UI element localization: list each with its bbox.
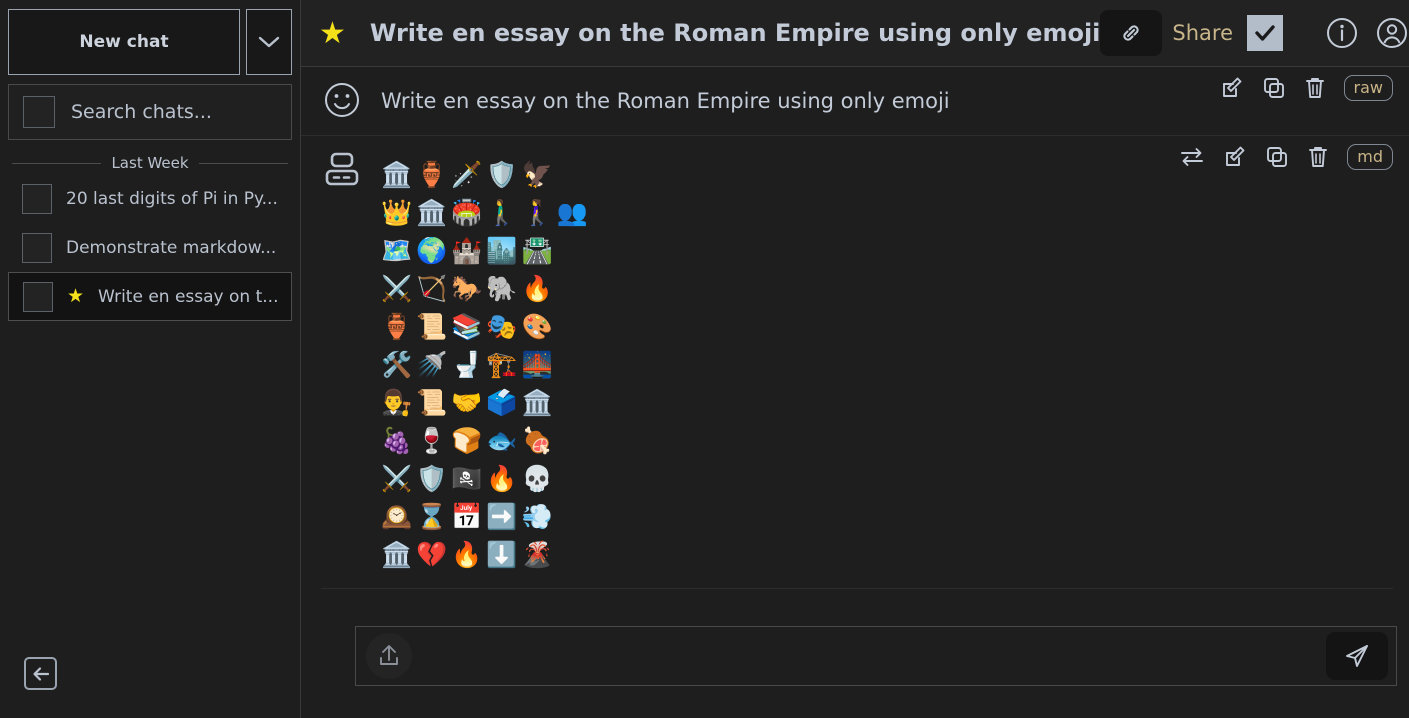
- section-header-last-week: Last Week: [12, 154, 289, 172]
- new-chat-button[interactable]: New chat: [8, 9, 240, 75]
- account-button[interactable]: [1375, 16, 1409, 50]
- emoji-line: 👑🏛️🏟️🚶‍♂️🚶‍♀️👥: [381, 198, 592, 227]
- divider-right: [198, 162, 289, 164]
- composer-area: [301, 606, 1409, 718]
- new-chat-row: New chat: [0, 0, 300, 75]
- copy-message-button[interactable]: [1265, 145, 1289, 169]
- emoji-line: 🛠️🚿🚽🏗️🌉: [381, 350, 557, 379]
- smiley-face-icon: [325, 83, 359, 117]
- chat-list-item[interactable]: ★ Write en essay on t...: [8, 272, 292, 321]
- delete-message-button[interactable]: [1307, 145, 1329, 169]
- copy-message-button[interactable]: [1262, 76, 1286, 100]
- message-list: raw Write en essay on the Roman Empire u…: [301, 67, 1409, 606]
- chat-item-label: Write en essay on t...: [98, 286, 277, 307]
- emoji-line: 🍇🍷🍞🐟🍖: [381, 426, 557, 455]
- upload-icon: [380, 645, 398, 665]
- emoji-line: 🏺📜📚🎭🎨: [381, 312, 557, 341]
- emoji-line: 🏛️💔🔥⬇️🌋: [381, 540, 557, 569]
- emoji-line: 👨‍⚖️📜🤝🗳️🏛️: [381, 388, 557, 417]
- delete-message-button[interactable]: [1304, 76, 1326, 100]
- chat-item-checkbox[interactable]: [22, 183, 52, 214]
- chat-list: 20 last digits of Pi in Py... Demonstrate…: [0, 174, 300, 321]
- sidebar: New chat Search chats... Last Week 20 la…: [0, 0, 301, 718]
- info-circle-icon: [1327, 18, 1358, 48]
- chat-list-item[interactable]: 20 last digits of Pi in Py...: [8, 174, 292, 223]
- assistant-message-actions: md: [1179, 144, 1394, 170]
- new-chat-dropdown-button[interactable]: [246, 9, 292, 75]
- emoji-line: ⚔️🛡️🏴‍☠️🔥💀: [381, 464, 557, 493]
- check-icon: [1255, 25, 1275, 41]
- emoji-line: 🏛️🏺🗡️🛡️🦅: [381, 160, 557, 189]
- info-button[interactable]: [1325, 16, 1359, 50]
- edit-icon: [1222, 77, 1241, 97]
- divider-left: [12, 162, 102, 164]
- message-input[interactable]: [412, 645, 1327, 667]
- emoji-line: ⚔️🏹🐎🐘🔥: [381, 274, 557, 303]
- assistant-avatar: [321, 146, 365, 194]
- message-separator: [321, 588, 1394, 589]
- user-message: raw Write en essay on the Roman Empire u…: [301, 67, 1409, 135]
- assistant-message: md 🏛️🏺🗡️🛡️🦅 👑🏛️🏟️🚶‍♂️🚶‍♀️👥 🗺️🌍🏰🏙️🛣️ ⚔️🏹🐎🐘🔥 🏺…: [301, 135, 1409, 599]
- link-icon: [1123, 25, 1140, 41]
- search-chats-field[interactable]: Search chats...: [8, 84, 292, 140]
- composer: [355, 626, 1398, 686]
- edit-message-button[interactable]: [1223, 145, 1247, 169]
- edit-message-button[interactable]: [1220, 76, 1244, 100]
- assistant-message-body: 🏛️🏺🗡️🛡️🦅 👑🏛️🏟️🚶‍♂️🚶‍♀️👥 🗺️🌍🏰🏙️🛣️ ⚔️🏹🐎🐘🔥 🏺📜📚🎭…: [321, 146, 1393, 574]
- chat-list-item[interactable]: Demonstrate markdow...: [8, 223, 292, 272]
- new-chat-label: New chat: [79, 32, 169, 52]
- search-icon: [23, 96, 55, 128]
- favorite-star-icon[interactable]: ★: [319, 16, 346, 51]
- arrow-left-icon: [32, 666, 49, 681]
- emoji-line: 🗺️🌍🏰🏙️🛣️: [381, 236, 557, 265]
- computer-icon: [325, 152, 359, 186]
- md-format-button[interactable]: md: [1347, 144, 1394, 170]
- section-label: Last Week: [111, 154, 189, 172]
- main-panel: ★ Write en essay on the Roman Empire usi…: [301, 0, 1409, 718]
- collapse-sidebar-button[interactable]: [24, 657, 57, 690]
- edit-icon: [1226, 146, 1245, 166]
- user-message-text: Write en essay on the Roman Empire using…: [381, 89, 950, 113]
- user-message-actions: raw: [1220, 75, 1394, 101]
- user-account-icon: [1377, 18, 1408, 48]
- copy-icon: [1267, 147, 1288, 167]
- send-button[interactable]: [1326, 632, 1389, 680]
- user-avatar: [321, 77, 365, 125]
- emoji-line: 🕰️⌛📅➡️💨: [381, 502, 557, 531]
- upload-button[interactable]: [366, 633, 412, 679]
- trash-icon: [1309, 147, 1328, 167]
- trash-icon: [1305, 78, 1324, 98]
- search-placeholder: Search chats...: [71, 101, 212, 123]
- share-checkbox[interactable]: [1247, 15, 1284, 51]
- regenerate-button[interactable]: [1179, 145, 1205, 169]
- chat-item-label: 20 last digits of Pi in Py...: [66, 188, 278, 209]
- chat-item-checkbox[interactable]: [23, 281, 53, 312]
- page-title: Write en essay on the Roman Empire using…: [369, 19, 1101, 47]
- copy-link-button[interactable]: [1100, 10, 1163, 56]
- send-icon: [1346, 645, 1368, 667]
- chevron-down-icon: [258, 36, 280, 48]
- assistant-emoji-content: 🏛️🏺🗡️🛡️🦅 👑🏛️🏟️🚶‍♂️🚶‍♀️👥 🗺️🌍🏰🏙️🛣️ ⚔️🏹🐎🐘🔥 🏺📜📚🎭…: [381, 146, 592, 574]
- regenerate-icon: [1181, 148, 1204, 166]
- copy-icon: [1263, 78, 1284, 98]
- chat-item-checkbox[interactable]: [22, 232, 52, 263]
- chat-header: ★ Write en essay on the Roman Empire usi…: [301, 0, 1409, 67]
- chat-item-star-icon: ★: [67, 285, 85, 307]
- chat-item-label: Demonstrate markdow...: [66, 237, 277, 258]
- share-label: Share: [1172, 21, 1234, 45]
- raw-format-button[interactable]: raw: [1343, 75, 1394, 101]
